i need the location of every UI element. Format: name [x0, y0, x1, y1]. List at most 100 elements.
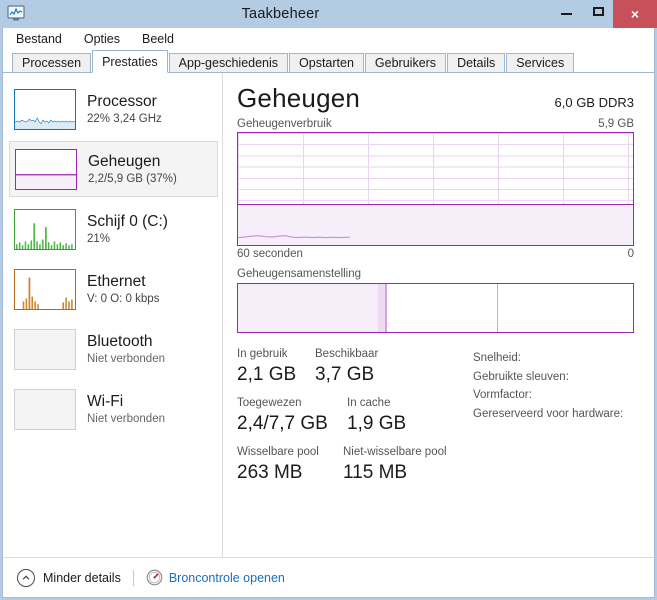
sidebar-item-ethernet[interactable]: Ethernet V: 0 O: 0 kbps: [9, 261, 218, 317]
memory-usage-graph: [237, 132, 634, 246]
title-bar: Taakbeheer ×: [0, 0, 657, 28]
stat-wisselbare-pool: Wisselbare pool 263 MB: [237, 445, 343, 485]
stat-niet-wisselbare-pool-value: 115 MB: [343, 462, 408, 483]
sidebar-item-processor-subtitle: 22% 3,24 GHz: [87, 112, 162, 125]
memory-composition-bar: [237, 283, 634, 333]
chevron-up-circle-icon: [17, 568, 35, 587]
graph-plot-line: [238, 200, 350, 245]
sidebar-item-ethernet-subtitle: V: 0 O: 0 kbps: [87, 292, 160, 305]
stat-row-3: Wisselbare pool 263 MB Niet-wisselbare p…: [237, 445, 461, 485]
sidebar-item-schijf0[interactable]: Schijf 0 (C:) 21%: [9, 201, 218, 257]
sidebar-item-geheugen-subtitle: 2,2/5,9 GB (37%): [88, 172, 177, 185]
stat-row-1: In gebruik 2,1 GB Beschikbaar 3,7 GB: [237, 347, 461, 387]
stat-in-cache: In cache 1,9 GB: [347, 396, 406, 436]
graph-axis-row: 60 seconden 0: [237, 248, 634, 260]
stat-beschikbaar: Beschikbaar 3,7 GB: [315, 347, 378, 387]
tab-gebruikers[interactable]: Gebruikers: [364, 53, 447, 72]
tab-processen[interactable]: Processen: [12, 53, 92, 72]
memory-stats: In gebruik 2,1 GB Beschikbaar 3,7 GB Toe…: [237, 347, 634, 494]
sidebar-item-wifi-title: Wi-Fi: [87, 392, 124, 410]
stat-niet-wisselbare-pool-label: Niet-wisselbare pool: [343, 446, 447, 458]
resource-sidebar[interactable]: Processor 22% 3,24 GHz Geheugen 2,2/5,9 …: [3, 73, 223, 557]
tab-app-geschiedenis[interactable]: App-geschiedenis: [168, 53, 289, 72]
info-vormfactor: Vormfactor:: [473, 389, 532, 401]
memory-detail-panel: Geheugen 6,0 GB DDR3 Geheugenverbruik 5,…: [223, 73, 654, 557]
tab-content-prestaties: Processor 22% 3,24 GHz Geheugen 2,2/5,9 …: [3, 73, 654, 557]
sidebar-item-processor-text: Processor 22% 3,24 GHz: [87, 92, 162, 127]
client-area: Bestand Opties Beeld Processen Prestatie…: [2, 28, 655, 598]
tab-prestaties[interactable]: Prestaties: [92, 50, 168, 73]
sidebar-item-bluetooth-subtitle: Niet verbonden: [87, 352, 165, 365]
sidebar-item-ethernet-title: Ethernet: [87, 272, 146, 290]
sidebar-item-schijf0-title: Schijf 0 (C:): [87, 212, 168, 230]
menu-opties[interactable]: Opties: [84, 32, 120, 46]
sidebar-item-geheugen-title: Geheugen: [88, 152, 161, 170]
sidebar-item-geheugen[interactable]: Geheugen 2,2/5,9 GB (37%): [9, 141, 218, 197]
sidebar-item-ethernet-text: Ethernet V: 0 O: 0 kbps: [87, 272, 159, 307]
page-title: Geheugen: [237, 83, 361, 113]
tab-opstarten[interactable]: Opstarten: [289, 53, 364, 72]
window-title: Taakbeheer: [241, 5, 320, 22]
memory-hardware-info: 6,0 GB DDR3: [554, 95, 634, 110]
open-resource-monitor-link[interactable]: Broncontrole openen: [146, 569, 285, 586]
close-icon: ×: [630, 6, 640, 22]
tab-services[interactable]: Services: [506, 53, 575, 72]
sidebar-item-bluetooth-text: Bluetooth Niet verbonden: [87, 332, 165, 367]
sidebar-item-processor-title: Processor: [87, 92, 157, 110]
stat-beschikbaar-value: 3,7 GB: [315, 364, 375, 385]
stat-wisselbare-pool-value: 263 MB: [237, 462, 303, 483]
stat-wisselbare-pool-label: Wisselbare pool: [237, 446, 319, 458]
stat-in-cache-label: In cache: [347, 397, 391, 409]
sidebar-item-schijf0-text: Schijf 0 (C:) 21%: [87, 212, 168, 247]
less-details-label: Minder details: [43, 570, 121, 585]
graph-caption: Geheugenverbruik: [237, 118, 332, 130]
stat-row-2: Toegewezen 2,4/7,7 GB In cache 1,9 GB: [237, 396, 461, 436]
cpu-thumbnail-graph: [14, 88, 76, 130]
stat-toegewezen-label: Toegewezen: [237, 397, 302, 409]
memory-stats-left: In gebruik 2,1 GB Beschikbaar 3,7 GB Toe…: [237, 347, 461, 494]
stat-beschikbaar-label: Beschikbaar: [315, 348, 379, 360]
sidebar-item-processor[interactable]: Processor 22% 3,24 GHz: [9, 81, 218, 137]
stat-toegewezen-value: 2,4/7,7 GB: [237, 413, 328, 434]
sidebar-item-bluetooth-title: Bluetooth: [87, 332, 153, 350]
composition-divider-1: [385, 284, 387, 332]
graph-x-left-label: 60 seconden: [237, 248, 303, 260]
task-manager-window: Taakbeheer × Bestand Opties Beeld Proces…: [0, 0, 657, 600]
minimize-button[interactable]: [551, 0, 581, 22]
bluetooth-thumbnail-empty: [14, 328, 76, 370]
resource-monitor-gauge-icon: [146, 569, 163, 586]
info-gereserveerd-voor-hardware: Gereserveerd voor hardware:: [473, 407, 624, 420]
sidebar-item-wifi[interactable]: Wi-Fi Niet verbonden: [9, 381, 218, 437]
composition-segment-in-use: [238, 284, 379, 332]
sidebar-item-schijf0-subtitle: 21%: [87, 232, 111, 245]
graph-caption-row: Geheugenverbruik 5,9 GB: [237, 118, 634, 130]
menu-bar: Bestand Opties Beeld: [3, 28, 654, 50]
menu-bestand[interactable]: Bestand: [16, 32, 62, 46]
graph-x-right-label: 0: [627, 248, 634, 260]
window-controls: ×: [551, 0, 657, 28]
menu-beeld[interactable]: Beeld: [142, 32, 174, 46]
minimize-icon: [560, 12, 572, 15]
tab-details[interactable]: Details: [447, 53, 506, 72]
stat-in-gebruik-label: In gebruik: [237, 348, 288, 360]
memory-hardware-details: Snelheid: Gebruikte sleuven: Vormfactor:…: [461, 347, 634, 494]
footer-divider: [132, 569, 134, 586]
sidebar-item-wifi-text: Wi-Fi Niet verbonden: [87, 392, 165, 427]
sidebar-item-bluetooth[interactable]: Bluetooth Niet verbonden: [9, 321, 218, 377]
stat-niet-wisselbare-pool: Niet-wisselbare pool 115 MB: [343, 445, 447, 485]
resource-monitor-label: Broncontrole openen: [168, 570, 285, 585]
task-manager-icon: [7, 4, 25, 22]
info-snelheid: Snelheid:: [473, 352, 521, 364]
sidebar-item-wifi-subtitle: Niet verbonden: [87, 412, 165, 425]
less-details-button[interactable]: Minder details: [17, 568, 121, 587]
maximize-button[interactable]: [583, 0, 613, 22]
wifi-thumbnail-empty: [14, 388, 76, 430]
tab-strip: Processen Prestaties App-geschiedenis Op…: [3, 50, 654, 73]
panel-header: Geheugen 6,0 GB DDR3: [237, 83, 634, 114]
close-button[interactable]: ×: [613, 0, 657, 28]
graph-max-label: 5,9 GB: [598, 118, 634, 130]
sidebar-item-geheugen-text: Geheugen 2,2/5,9 GB (37%): [88, 152, 177, 187]
composition-segment-modified: [378, 284, 386, 332]
footer-bar: Minder details Broncontrole openen: [3, 557, 654, 597]
disk-thumbnail-graph: [14, 208, 76, 250]
